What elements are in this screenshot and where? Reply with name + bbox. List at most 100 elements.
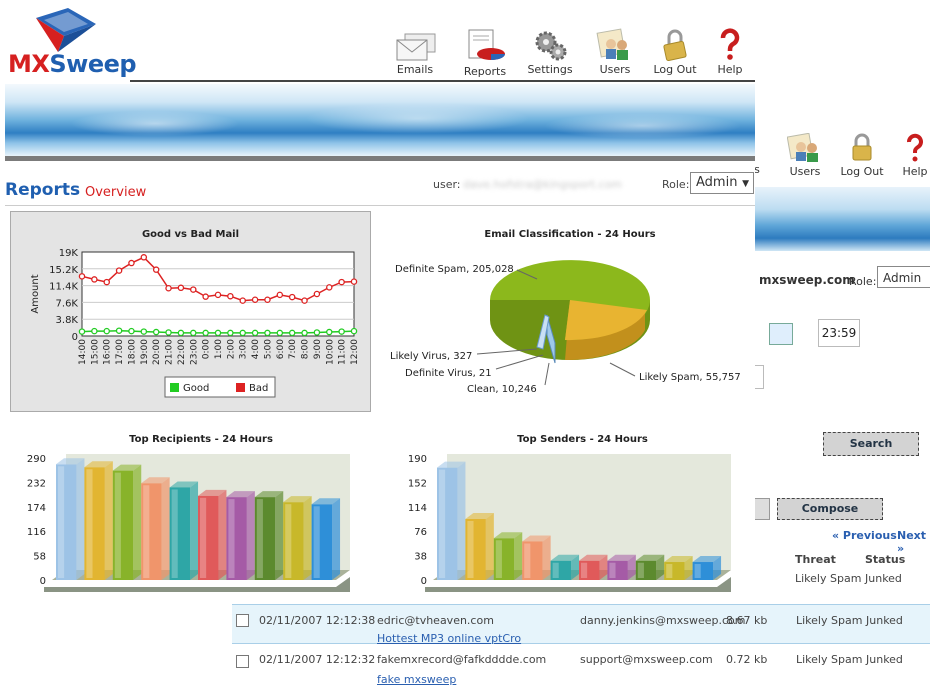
- subject-link[interactable]: Hottest MP3 online vptCro: [377, 632, 521, 645]
- annotation-likely-spam: Likely Spam, 55,757: [639, 372, 741, 383]
- nav-label: Log Out: [653, 63, 697, 76]
- y-tick-label: 19K: [59, 248, 79, 259]
- nav-item-reports[interactable]: Reports: [455, 28, 515, 78]
- bar: [664, 556, 693, 580]
- data-point-bad: [288, 293, 296, 301]
- bar-highlight: [609, 562, 616, 578]
- bar-highlight: [143, 485, 150, 578]
- annotation-likely-virus: Likely Virus, 327: [390, 351, 472, 362]
- time-input[interactable]: 23:59: [818, 319, 860, 347]
- data-point-good: [115, 327, 123, 334]
- x-tick-label: 20:00: [152, 339, 162, 365]
- data-point-bad: [338, 278, 345, 286]
- row-checkbox[interactable]: [236, 614, 249, 627]
- data-point-good: [78, 328, 86, 335]
- email-classification-pie: Definite Spam, 205,028 Likely Spam, 55,7…: [390, 260, 741, 395]
- x-tick-label: 17:00: [115, 339, 125, 365]
- bar-side: [161, 477, 170, 580]
- previous-link[interactable]: « Previous: [832, 529, 897, 542]
- data-point-good: [190, 329, 197, 337]
- bar: [254, 491, 284, 580]
- to-cell: danny.jenkins@mxsweep.com: [580, 614, 746, 627]
- subject-link[interactable]: fake mxsweep: [377, 673, 456, 686]
- banner-divider: [5, 156, 755, 161]
- data-point-good: [264, 329, 271, 337]
- bar: [493, 532, 523, 580]
- compose-button[interactable]: Compose: [777, 498, 883, 520]
- bar-side: [104, 461, 113, 580]
- annotation-definite-virus: Definite Virus, 21: [405, 368, 492, 379]
- table-row[interactable]: 02/11/2007 12:12:32 fakemxrecord@fafkddd…: [232, 646, 930, 686]
- nav-item-help[interactable]: Help: [700, 28, 755, 76]
- logo-wordmark: MXSweep: [8, 50, 137, 78]
- status-cell: Junked: [865, 572, 902, 585]
- x-tick-label: 3:00: [239, 339, 249, 359]
- status-cell: Junked: [866, 614, 903, 627]
- data-point-bad: [326, 284, 333, 291]
- nav-item-logout[interactable]: Log Out: [645, 28, 705, 76]
- calendar-icon[interactable]: [769, 323, 793, 345]
- nav-item-users[interactable]: Users: [785, 133, 825, 178]
- column-header-status[interactable]: Status: [865, 553, 905, 566]
- bar-highlight: [581, 562, 588, 578]
- button-partial[interactable]: [755, 498, 770, 520]
- search-button[interactable]: Search: [823, 432, 919, 456]
- role-value: Admin: [696, 175, 738, 190]
- x-tick-label: 10:00: [325, 339, 335, 365]
- role-select[interactable]: Admin ▼: [690, 172, 754, 194]
- nav-label: Help: [902, 165, 928, 178]
- row-checkbox[interactable]: [236, 655, 249, 668]
- column-header-threat[interactable]: Threat: [795, 553, 836, 566]
- y-tick-label: 11.4K: [49, 282, 78, 293]
- data-point-good: [152, 328, 160, 336]
- nav-item-users[interactable]: Users: [585, 28, 645, 76]
- page-title: Reports: [5, 180, 81, 200]
- data-point-good: [128, 327, 135, 335]
- data-point-bad: [78, 273, 86, 280]
- y-tick-label: 152: [408, 478, 427, 489]
- users-icon: [596, 28, 628, 60]
- chart-title: Good vs Bad Mail: [141, 229, 240, 240]
- background-window: s Users Log Out Help mxsweep.com Role: A…: [755, 125, 930, 681]
- data-point-bad: [140, 254, 148, 261]
- message-table: 02/11/2007 12:12:38 edric@tvheaven.com d…: [232, 604, 930, 686]
- data-point-good: [227, 329, 234, 337]
- data-point-bad: [190, 286, 197, 293]
- x-tick-label: 14:00: [78, 339, 88, 365]
- header-divider: [130, 80, 755, 82]
- nav-item-emails[interactable]: Emails: [385, 28, 445, 76]
- bar-side: [303, 496, 312, 580]
- help-icon: [720, 28, 740, 60]
- bar: [550, 554, 580, 580]
- role-select[interactable]: Admin: [877, 266, 930, 288]
- page-subtitle[interactable]: Overview: [85, 185, 146, 200]
- x-tick-label: 7:00: [288, 339, 298, 359]
- leader-line: [609, 362, 636, 377]
- nav-item-logout[interactable]: Log Out: [837, 133, 887, 178]
- bar: [465, 513, 494, 580]
- data-point-good: [313, 329, 321, 336]
- legend-swatch-bad: [236, 383, 245, 392]
- nav-item-help[interactable]: Help: [899, 133, 930, 178]
- data-point-bad: [128, 259, 135, 267]
- bar-highlight: [285, 504, 292, 578]
- next-link[interactable]: Next »: [897, 529, 930, 555]
- chevron-down-icon: ▼: [742, 179, 749, 189]
- table-row[interactable]: 02/11/2007 12:12:38 edric@tvheaven.com d…: [232, 604, 930, 645]
- x-tick-label: 11:00: [338, 339, 348, 365]
- nav-item-partial[interactable]: s: [755, 133, 763, 176]
- from-cell: fakemxrecord@fafkdddde.com: [377, 653, 547, 666]
- text-field[interactable]: [755, 365, 764, 389]
- y-tick-label: 38: [414, 552, 427, 563]
- data-point-bad: [214, 291, 222, 299]
- y-tick-label: 232: [27, 478, 46, 489]
- bar-highlight: [58, 466, 65, 578]
- data-point-bad: [301, 297, 308, 304]
- bar-side: [485, 513, 494, 580]
- nav-item-settings[interactable]: Settings: [520, 28, 580, 76]
- role-label: Role:: [662, 178, 690, 191]
- user-value: dave.hofstra@kingsport.com: [463, 178, 623, 191]
- section-divider: [5, 205, 755, 206]
- x-tick-label: 5:00: [263, 339, 273, 359]
- data-point-bad: [152, 266, 160, 273]
